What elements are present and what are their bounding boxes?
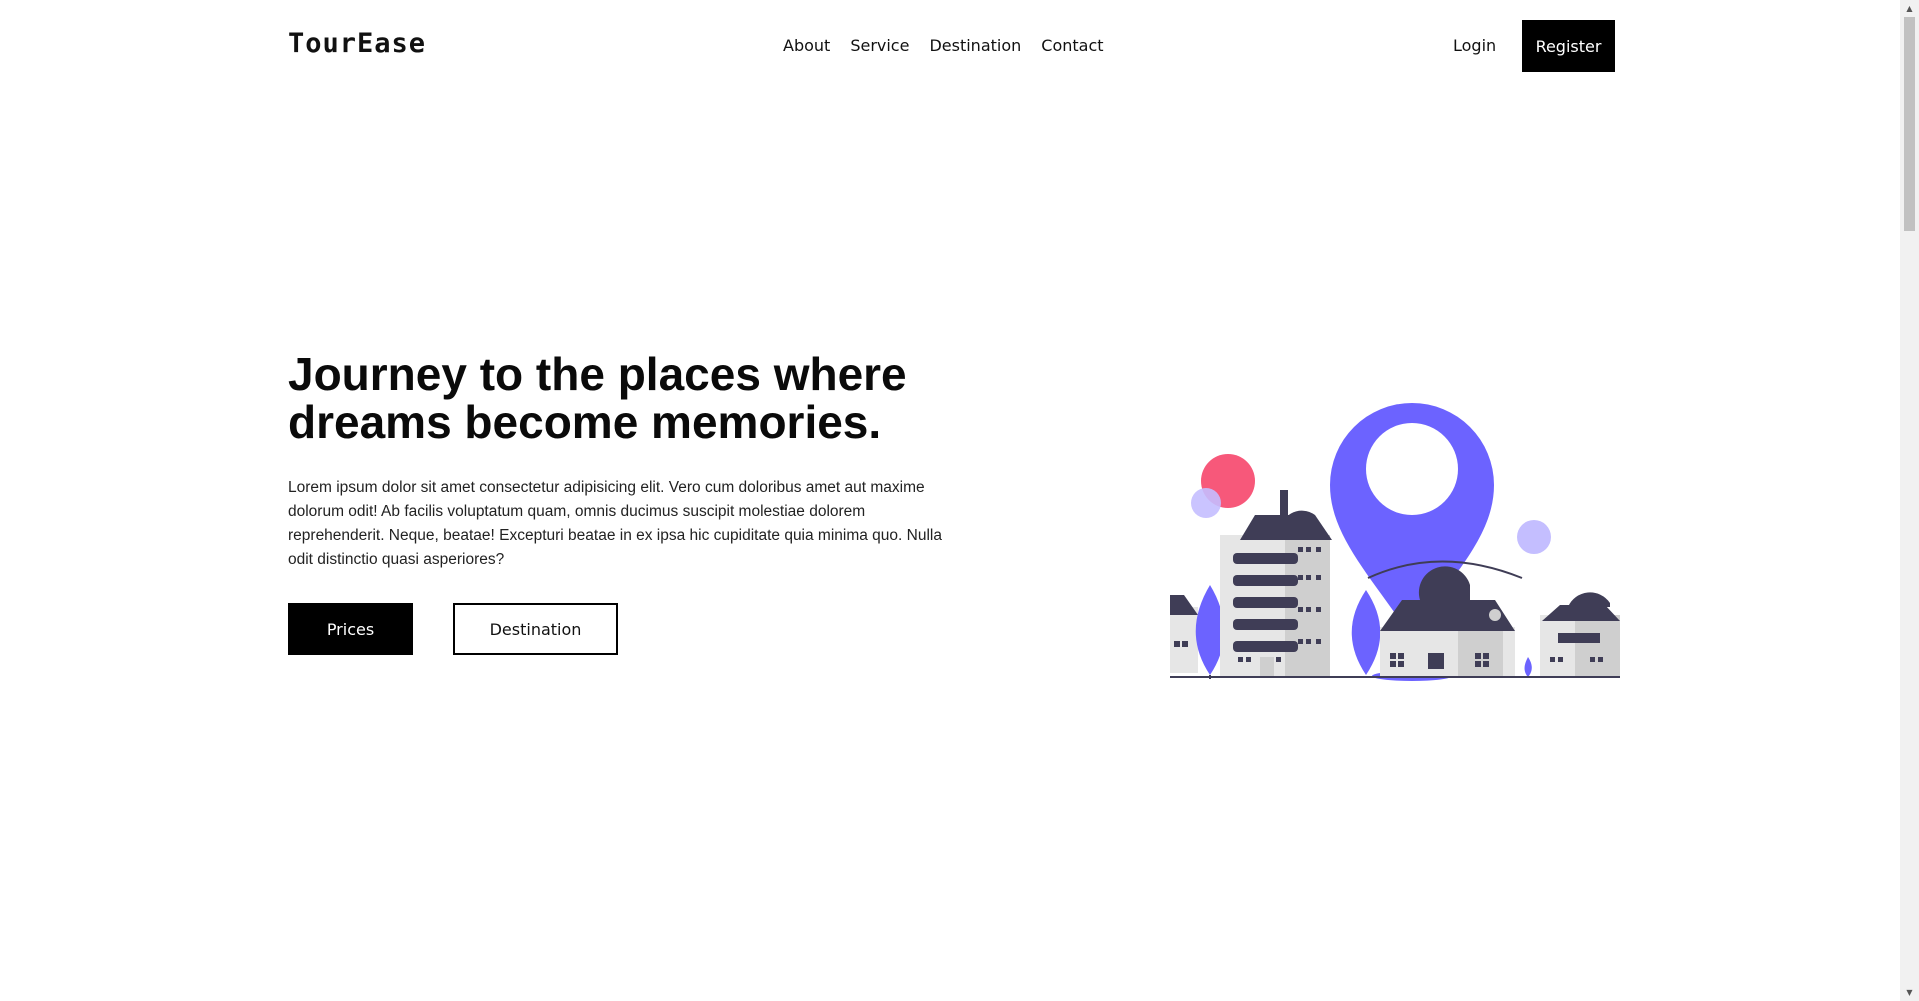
login-link[interactable]: Login — [1453, 36, 1496, 55]
map-pin-hole — [1366, 423, 1458, 515]
nav-about[interactable]: About — [783, 36, 830, 55]
lavender-circle-left — [1191, 488, 1221, 518]
nav-destination[interactable]: Destination — [929, 36, 1021, 55]
page: TourEase About Service Destination Conta… — [0, 0, 1900, 1001]
prices-button[interactable]: Prices — [288, 603, 413, 655]
vertical-scrollbar[interactable]: ▲ ▼ — [1900, 0, 1919, 1001]
arrow-up-icon[interactable]: ▲ — [1900, 0, 1919, 17]
nav-contact[interactable]: Contact — [1041, 36, 1103, 55]
hero-title: Journey to the places where dreams becom… — [288, 348, 907, 448]
hero-description: Lorem ipsum dolor sit amet consectetur a… — [288, 479, 942, 568]
lavender-circle-right — [1517, 520, 1551, 554]
register-button[interactable]: Register — [1522, 20, 1615, 72]
scroll-thumb[interactable] — [1904, 17, 1915, 231]
tree-left — [1195, 585, 1225, 675]
city-map-pin-illustration — [1170, 402, 1620, 681]
destination-button[interactable]: Destination — [453, 603, 618, 655]
logo[interactable]: TourEase — [288, 28, 426, 59]
nav-service[interactable]: Service — [850, 36, 909, 55]
main-nav: About Service Destination Contact — [783, 36, 1104, 55]
arrow-down-icon[interactable]: ▼ — [1900, 984, 1919, 1001]
tree-middle — [1351, 590, 1381, 675]
